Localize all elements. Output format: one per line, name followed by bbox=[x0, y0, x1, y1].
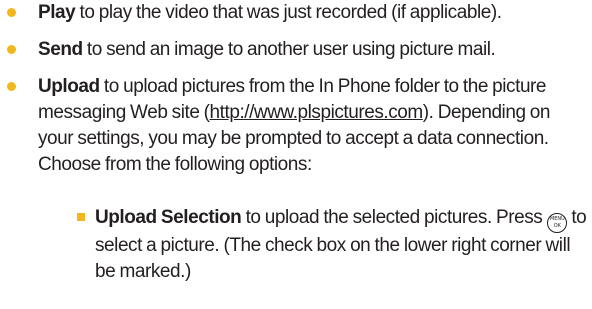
icon-top-label: MENU bbox=[549, 216, 565, 222]
item-term: Play bbox=[38, 2, 76, 23]
sub-bullet-square bbox=[77, 213, 85, 221]
item-text: to upload the selected pictures. Press bbox=[245, 207, 543, 228]
bullet-dot bbox=[7, 8, 16, 17]
list-item-upload: Upload to upload pictures from the In Ph… bbox=[38, 74, 588, 178]
item-term: Upload Selection bbox=[95, 207, 242, 228]
list-item-play: Play to play the video that was just rec… bbox=[38, 0, 588, 26]
bullet-dot bbox=[7, 45, 16, 54]
item-term: Send bbox=[38, 39, 83, 60]
sub-item-upload-selection: Upload Selection to upload the selected … bbox=[95, 205, 590, 285]
bullet-dot bbox=[7, 82, 16, 91]
item-text: to send an image to another user using p… bbox=[86, 39, 496, 60]
menu-ok-key-icon: MENU OK bbox=[547, 213, 568, 233]
item-text: to play the video that was just recorded… bbox=[79, 2, 502, 23]
plspictures-link[interactable]: http://www.plspictures.com bbox=[210, 102, 424, 123]
icon-bottom-label: OK bbox=[553, 223, 561, 229]
item-term: Upload bbox=[38, 76, 100, 97]
list-item-send: Send to send an image to another user us… bbox=[38, 37, 588, 63]
